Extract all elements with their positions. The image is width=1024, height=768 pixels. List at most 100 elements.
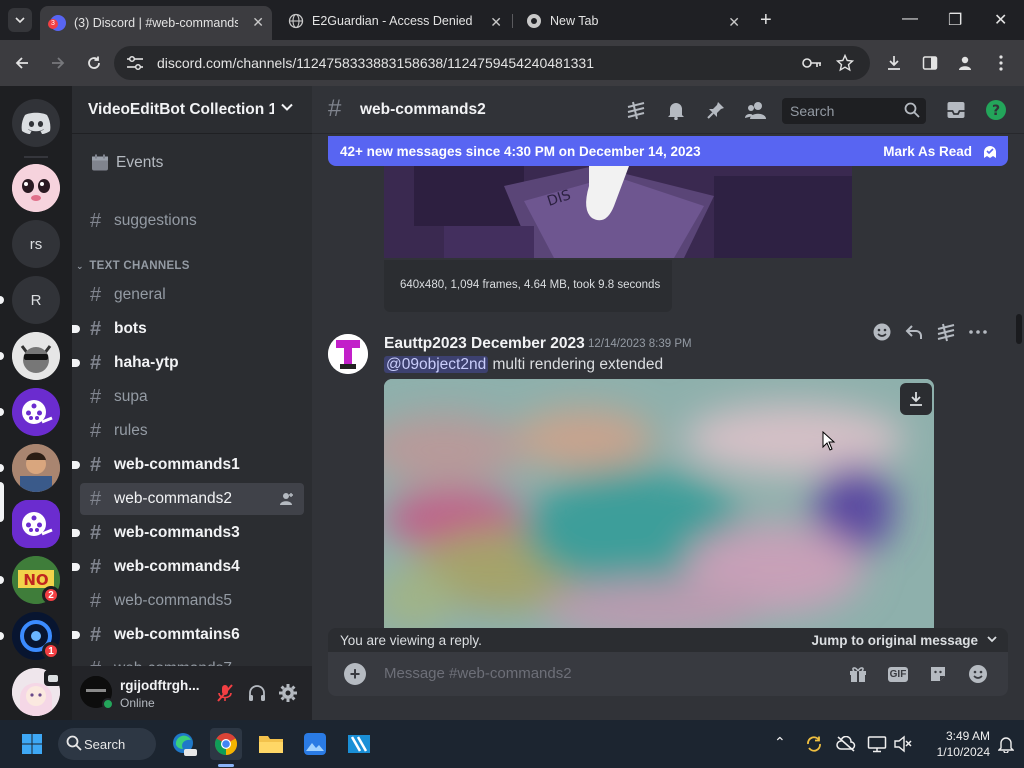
events-item[interactable]: Events [80, 147, 304, 179]
downloads-button[interactable] [883, 52, 905, 74]
channel-bots[interactable]: # bots [72, 313, 304, 345]
tab-discord[interactable]: 3 (3) Discord | #web-commands2 ✕ [40, 6, 272, 40]
user-status: Online [120, 696, 155, 710]
channel-haha-ytp[interactable]: # haha-ytp [72, 347, 304, 379]
key-icon[interactable] [802, 56, 822, 70]
channel-supa[interactable]: # supa [80, 381, 304, 413]
previous-video-thumbnail[interactable]: DIS [384, 166, 852, 258]
search-input[interactable]: Search [782, 98, 926, 124]
sticker-button[interactable] [926, 662, 950, 686]
new-tab-button[interactable]: + [760, 9, 772, 32]
user-settings-button[interactable] [275, 680, 301, 706]
taskbar-clipchamp[interactable] [343, 728, 375, 760]
threads-button[interactable] [624, 98, 648, 122]
profile-button[interactable] [954, 52, 976, 74]
cloud-off-icon [836, 736, 856, 752]
more-actions-button[interactable] [966, 320, 990, 344]
minimize-button[interactable]: — [902, 10, 918, 28]
mark-as-read-button[interactable]: Mark As Read [883, 144, 972, 159]
direct-messages-button[interactable] [12, 99, 60, 147]
chat-scrollbar[interactable] [1016, 314, 1022, 344]
create-thread-button[interactable] [934, 320, 958, 344]
channel-web-commands5[interactable]: # web-commands5 [80, 585, 304, 617]
tray-onedrive-icon[interactable] [830, 728, 862, 760]
server-icon[interactable] [12, 332, 60, 380]
channel-rules[interactable]: # rules [80, 415, 304, 447]
server-header[interactable]: VideoEditBot Collection 1.0 [72, 86, 312, 134]
channel-general[interactable]: # general [80, 279, 304, 311]
message-attachment-image[interactable] [384, 379, 934, 629]
side-panel-button[interactable] [919, 52, 941, 74]
server-icon[interactable]: R [12, 276, 60, 324]
taskbar-clock[interactable]: 3:49 AM 1/10/2024 [920, 728, 990, 760]
star-icon[interactable] [836, 54, 854, 72]
message-author[interactable]: Eauttp2023 December 2023 [384, 335, 585, 353]
channel-web-commands2[interactable]: # web-commands2 [80, 483, 304, 515]
server-icon[interactable] [12, 164, 60, 212]
address-bar[interactable]: discord.com/channels/1124758333883158638… [114, 46, 870, 80]
channel-suggestions[interactable]: # suggestions [80, 205, 304, 237]
chrome-menu-button[interactable] [990, 52, 1012, 74]
maximize-button[interactable]: ❐ [948, 10, 962, 30]
tab-new-tab[interactable]: New Tab ✕ [516, 6, 748, 36]
message-input[interactable]: Message #web-commands2 [384, 665, 572, 682]
gift-button[interactable] [846, 662, 870, 686]
tray-sync-icon[interactable] [798, 728, 830, 760]
category-text-channels[interactable]: ⌄ TEXT CHANNELS [76, 260, 190, 272]
server-icon[interactable]: rs [12, 220, 60, 268]
tab-e2guardian[interactable]: E2Guardian - Access Denied ✕ [278, 6, 510, 36]
channel-web-commands1[interactable]: # web-commands1 [72, 449, 304, 481]
close-tab-icon[interactable]: ✕ [490, 14, 502, 31]
invite-member-icon[interactable] [280, 492, 294, 506]
emoji-button[interactable] [966, 662, 990, 686]
tray-volume-icon[interactable] [887, 728, 919, 760]
reply-button[interactable] [902, 320, 926, 344]
channel-web-commands4[interactable]: # web-commands4 [72, 551, 304, 583]
reload-button[interactable] [83, 52, 105, 74]
back-button[interactable] [11, 52, 33, 74]
globe-icon [288, 13, 304, 29]
hash-icon: # [90, 209, 102, 232]
author-avatar[interactable] [328, 334, 368, 374]
taskbar-chrome[interactable] [210, 728, 242, 760]
member-list-button[interactable] [744, 98, 768, 122]
server-icon[interactable] [12, 444, 60, 492]
gif-button[interactable]: GIF [886, 662, 910, 686]
site-settings-icon[interactable] [126, 55, 144, 71]
upload-button[interactable]: + [344, 663, 366, 685]
user-mention[interactable]: @09object2nd [384, 356, 489, 373]
mute-button[interactable] [212, 680, 238, 706]
taskbar-edge-dev[interactable] [168, 728, 200, 760]
taskbar-file-explorer[interactable] [255, 728, 287, 760]
download-attachment-button[interactable] [900, 383, 932, 415]
server-icon[interactable] [12, 388, 60, 436]
inbox-button[interactable] [944, 98, 968, 122]
hash-icon: # [90, 453, 102, 476]
close-tab-icon[interactable]: ✕ [252, 14, 264, 31]
taskbar-photos[interactable] [299, 728, 331, 760]
close-tab-icon[interactable]: ✕ [728, 14, 740, 31]
photos-icon [304, 733, 326, 755]
show-hidden-icons-button[interactable]: ⌃ [774, 734, 786, 751]
channel-name: suggestions [114, 212, 197, 229]
help-button[interactable]: ? [984, 98, 1008, 122]
channel-web-commands3[interactable]: # web-commands3 [72, 517, 304, 549]
jump-to-original-button[interactable]: Jump to original message [811, 633, 978, 648]
pinned-messages-button[interactable] [704, 98, 728, 122]
tab-search-button[interactable] [8, 8, 32, 32]
taskbar-search[interactable]: Search [58, 728, 156, 760]
deafen-button[interactable] [244, 680, 270, 706]
server-icon-selected[interactable] [12, 500, 60, 548]
forward-button[interactable] [47, 52, 69, 74]
chrome-icon [215, 733, 237, 755]
channel-web-commtains6[interactable]: # web-commtains6 [72, 619, 304, 651]
new-messages-bar[interactable]: 42+ new messages since 4:30 PM on Decemb… [328, 136, 1008, 166]
unread-pill [0, 408, 4, 416]
notifications-button[interactable] [664, 98, 688, 122]
user-panel: rgijodftrgh... Online [72, 666, 312, 720]
browser-tab-bar: 3 (3) Discord | #web-commands2 ✕ E2Guard… [0, 0, 1024, 40]
add-reaction-button[interactable] [870, 320, 894, 344]
start-button[interactable] [16, 728, 48, 760]
notifications-button[interactable] [990, 728, 1022, 760]
close-window-button[interactable]: ✕ [994, 10, 1007, 30]
